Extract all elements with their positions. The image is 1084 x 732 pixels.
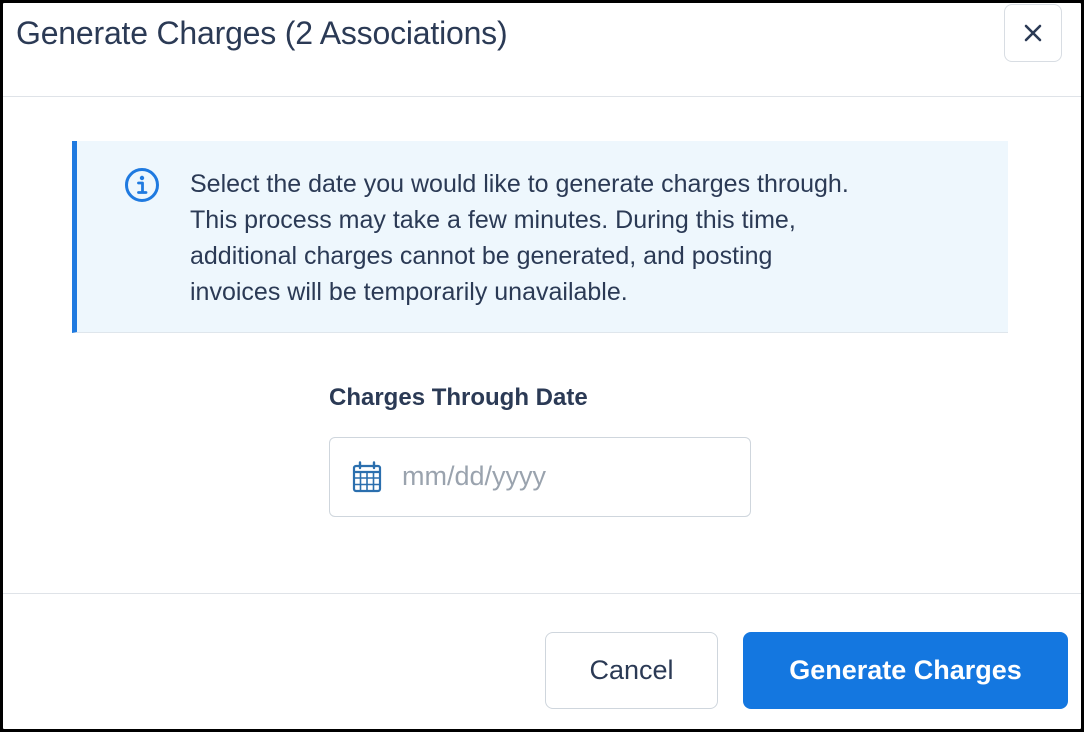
- close-button[interactable]: [1004, 4, 1062, 62]
- charges-through-date-label: Charges Through Date: [329, 384, 588, 411]
- generate-charges-dialog: Generate Charges (2 Associations) Select…: [3, 3, 1081, 729]
- info-line: Select the date you would like to genera…: [190, 170, 849, 198]
- date-input[interactable]: [402, 438, 732, 514]
- info-message: Select the date you would like to genera…: [190, 166, 990, 310]
- dialog-header: Generate Charges (2 Associations): [3, 3, 1081, 97]
- info-circle-icon: [125, 168, 159, 202]
- close-icon: [1024, 24, 1042, 42]
- info-line: This process may take a few minutes. Dur…: [190, 206, 796, 234]
- date-field[interactable]: [329, 437, 751, 517]
- cancel-button[interactable]: Cancel: [545, 632, 718, 709]
- dialog-footer: Cancel Generate Charges: [3, 593, 1081, 729]
- info-alert: Select the date you would like to genera…: [72, 141, 1008, 333]
- calendar-icon: [352, 461, 382, 493]
- dialog-title: Generate Charges (2 Associations): [16, 15, 508, 51]
- info-line: invoices will be temporarily unavailable…: [190, 278, 628, 306]
- info-line: additional charges cannot be generated, …: [190, 242, 773, 270]
- generate-charges-button[interactable]: Generate Charges: [743, 632, 1068, 709]
